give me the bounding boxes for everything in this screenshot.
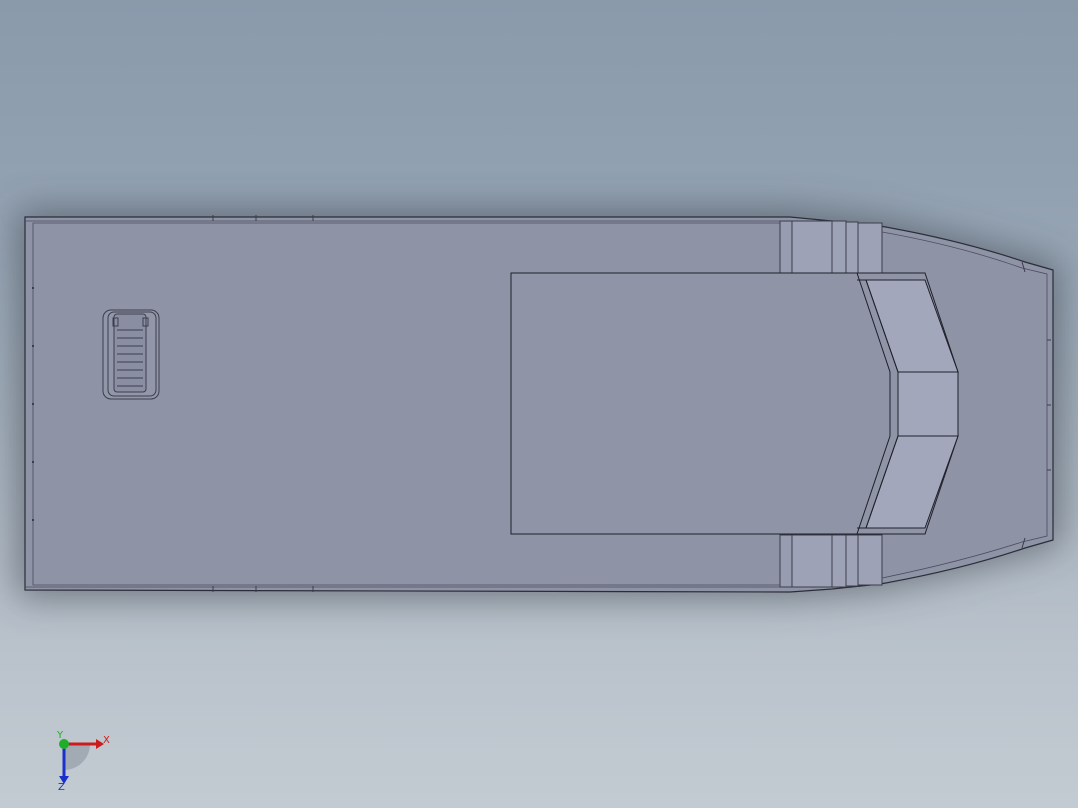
x-axis-label: X [103, 735, 110, 746]
triad-plane-shade [64, 744, 90, 770]
z-axis-label: Z [58, 782, 65, 793]
orientation-triad: X Y Z [56, 730, 110, 793]
boat-model-top-view[interactable] [0, 0, 1078, 808]
cabin-roof[interactable] [510, 272, 926, 535]
graphics-viewport[interactable]: X Y Z [0, 0, 1078, 808]
deck-hatch-ladder[interactable] [102, 309, 160, 400]
y-axis-label: Y [56, 730, 64, 741]
